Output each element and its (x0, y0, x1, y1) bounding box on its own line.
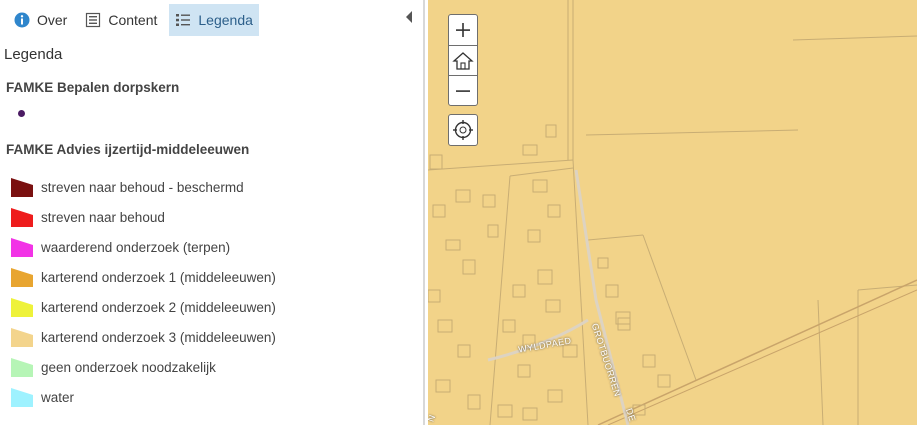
legend-swatch (11, 178, 33, 197)
tab-content[interactable]: Content (79, 4, 163, 36)
legend-label: karterend onderzoek 1 (middeleeuwen) (41, 269, 276, 285)
legend-label: geen onderzoek noodzakelijk (41, 359, 216, 375)
legend-swatch (11, 298, 33, 317)
legend-label: karterend onderzoek 2 (middeleeuwen) (41, 299, 276, 315)
tab-legenda[interactable]: Legenda (169, 4, 259, 36)
layer-title-dorpskern: FAMKE Bepalen dorpskern (6, 80, 180, 95)
legend-item: karterend onderzoek 3 (middeleeuwen) (10, 322, 276, 352)
legend-label: streven naar behoud - beschermd (41, 179, 244, 195)
legend-item: streven naar behoud (10, 202, 276, 232)
legend-list: streven naar behoud - beschermd streven … (10, 172, 276, 412)
legend-item: streven naar behoud - beschermd (10, 172, 276, 202)
legend-item: karterend onderzoek 2 (middeleeuwen) (10, 292, 276, 322)
home-button[interactable] (449, 45, 477, 75)
legend-swatch (11, 358, 33, 377)
layer-title-advies: FAMKE Advies ijzertijd-middeleeuwen (6, 142, 250, 157)
minus-icon (456, 89, 470, 92)
tab-over-label: Over (37, 12, 68, 28)
tab-over[interactable]: Over (8, 4, 73, 36)
legend-item: geen onderzoek noodzakelijk (10, 352, 276, 382)
panel-title: Legenda (4, 46, 63, 63)
home-icon (452, 51, 474, 70)
tab-legenda-label: Legenda (198, 12, 253, 28)
legend-label: water (41, 389, 75, 405)
legend-swatch (11, 238, 33, 257)
locate-button[interactable] (448, 114, 478, 146)
map-basemap[interactable] (428, 0, 917, 425)
legend-swatch (11, 328, 33, 347)
legend-label: waarderend onderzoek (terpen) (41, 239, 231, 255)
zoom-out-button[interactable] (449, 75, 477, 105)
collapse-panel-icon[interactable] (403, 9, 415, 25)
legend-item: water (10, 382, 276, 412)
zoom-controls (448, 14, 478, 106)
dorpskern-point-symbol (18, 110, 25, 117)
tab-content-label: Content (108, 12, 158, 28)
legend-item: karterend onderzoek 1 (middeleeuwen) (10, 262, 276, 292)
map-view[interactable]: WYLDPAED GROTBUORREN DE N (428, 0, 917, 425)
legend-swatch (11, 388, 33, 407)
content-list-icon (85, 12, 101, 28)
plus-icon (456, 23, 470, 37)
zoom-in-button[interactable] (449, 15, 477, 45)
legend-swatch (11, 268, 33, 287)
panel-tabs: Over Content Legenda (8, 4, 265, 36)
info-icon (14, 12, 30, 28)
legend-icon (175, 12, 191, 28)
legend-label: karterend onderzoek 3 (middeleeuwen) (41, 329, 276, 345)
legend-item: waarderend onderzoek (terpen) (10, 232, 276, 262)
legend-swatch (11, 208, 33, 227)
side-panel: Over Content Legenda Legenda FAMKE Bepal… (0, 0, 425, 425)
locate-icon (453, 120, 473, 140)
legend-label: streven naar behoud (41, 209, 165, 225)
